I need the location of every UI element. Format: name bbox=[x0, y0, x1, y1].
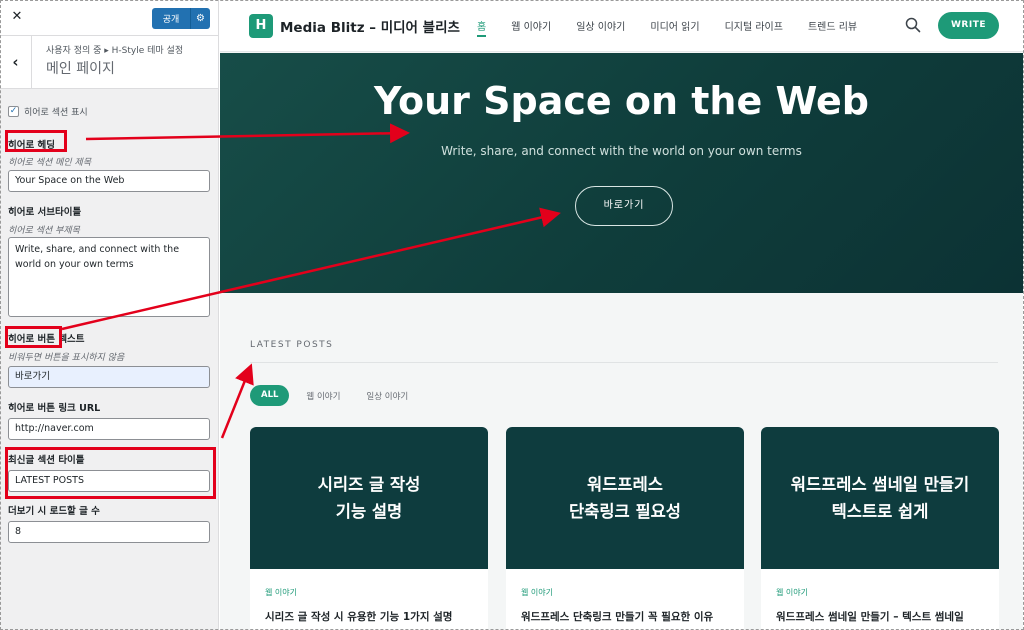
thumb-line: 시리즈 글 작성 bbox=[317, 475, 421, 494]
controls-list: ✓ 히어로 섹션 표시 히어로 헤딩 히어로 섹션 메인 제목 Your Spa… bbox=[8, 96, 212, 543]
post-card[interactable]: 워드프레스 단축링크 필요성 웹 이야기 워드프레스 단축링크 만들기 꼭 필요… bbox=[506, 427, 744, 630]
hero-button-text-title: 히어로 버튼 텍스트 bbox=[8, 334, 85, 345]
post-category[interactable]: 웹 이야기 bbox=[265, 587, 297, 598]
post-title[interactable]: 워드프레스 썸네일 만들기 – 텍스트 썸네일 bbox=[776, 609, 964, 624]
hero-heading-title: 히어로 헤딩 bbox=[8, 140, 56, 151]
hero-subtitle: Write, share, and connect with the world… bbox=[441, 144, 802, 158]
latest-title-label: 최신글 섹션 타이틀 bbox=[8, 455, 85, 466]
filter-daily-story[interactable]: 일상 이야기 bbox=[366, 390, 408, 402]
post-category[interactable]: 웹 이야기 bbox=[776, 587, 808, 598]
post-card[interactable]: 시리즈 글 작성 기능 설명 웹 이야기 시리즈 글 작성 시 유용한 기능 1… bbox=[250, 427, 488, 630]
show-hero-row[interactable]: ✓ 히어로 섹션 표시 bbox=[8, 104, 212, 118]
show-hero-label: 히어로 섹션 표시 bbox=[24, 107, 88, 118]
section-title: 메인 페이지 bbox=[46, 61, 115, 77]
main-nav: 홈 웹 이야기 일상 이야기 미디어 읽기 디지털 라이프 트렌드 리뷰 bbox=[477, 18, 882, 37]
post-thumbnail[interactable]: 워드프레스 썸네일 만들기 텍스트로 쉽게 bbox=[761, 427, 999, 569]
nav-item-home[interactable]: 홈 bbox=[477, 18, 487, 37]
section-header: ‹ 사용자 정의 중 ▸ H-Style 테마 설정 메인 페이지 bbox=[0, 36, 218, 89]
gear-icon[interactable]: ⚙ bbox=[190, 8, 210, 29]
nav-item-digital-life[interactable]: 디지털 라이프 bbox=[725, 18, 783, 33]
nav-item-web-story[interactable]: 웹 이야기 bbox=[511, 18, 551, 33]
filter-all[interactable]: ALL bbox=[250, 385, 290, 406]
thumb-line: 워드프레스 bbox=[587, 475, 663, 494]
hero-heading-desc: 히어로 섹션 메인 제목 bbox=[8, 158, 92, 168]
hero-button-text-input[interactable]: 바로가기 bbox=[8, 366, 210, 388]
hero-heading-input[interactable]: Your Space on the Web bbox=[8, 170, 210, 192]
site-header: H Media Blitz – 미디어 블리츠 홈 웹 이야기 일상 이야기 미… bbox=[220, 0, 1023, 52]
customizer-topbar: ✕ 공개 ⚙ bbox=[0, 0, 218, 36]
hero-button[interactable]: 바로가기 bbox=[575, 186, 673, 226]
thumb-line: 텍스트로 쉽게 bbox=[831, 502, 929, 521]
hero-subtitle-textarea[interactable]: Write, share, and connect with the world… bbox=[8, 237, 210, 317]
latest-divider bbox=[250, 362, 998, 363]
hero-button-text-desc: 비워두면 버튼을 표시하지 않음 bbox=[8, 353, 125, 363]
hero-subtitle-title: 히어로 서브타이틀 bbox=[8, 207, 82, 218]
load-more-title: 더보기 시 로드할 글 수 bbox=[8, 506, 100, 517]
filter-web-story[interactable]: 웹 이야기 bbox=[306, 390, 340, 402]
latest-posts-label: LATEST POSTS bbox=[250, 340, 334, 350]
hero-button-link-input[interactable]: http://naver.com bbox=[8, 418, 210, 440]
hero-title: Your Space on the Web bbox=[373, 79, 870, 123]
thumb-line: 단축링크 필요성 bbox=[568, 502, 681, 521]
write-button[interactable]: WRITE bbox=[938, 12, 999, 39]
site-logo[interactable]: H bbox=[249, 14, 273, 38]
thumb-line: 워드프레스 썸네일 만들기 bbox=[790, 475, 970, 494]
post-title[interactable]: 워드프레스 단축링크 만들기 꼭 필요한 이유 bbox=[521, 609, 713, 624]
post-thumbnail[interactable]: 워드프레스 단축링크 필요성 bbox=[506, 427, 744, 569]
post-category[interactable]: 웹 이야기 bbox=[521, 587, 553, 598]
search-icon[interactable] bbox=[905, 17, 921, 33]
post-title[interactable]: 시리즈 글 작성 시 유용한 기능 1가지 설명 bbox=[265, 609, 452, 624]
nav-item-media-reading[interactable]: 미디어 읽기 bbox=[650, 18, 699, 33]
post-thumbnail[interactable]: 시리즈 글 작성 기능 설명 bbox=[250, 427, 488, 569]
show-hero-checkbox[interactable]: ✓ bbox=[8, 105, 19, 117]
post-card[interactable]: 워드프레스 썸네일 만들기 텍스트로 쉽게 웹 이야기 워드프레스 썸네일 만들… bbox=[761, 427, 999, 630]
close-icon[interactable]: ✕ bbox=[8, 8, 26, 26]
site-name[interactable]: Media Blitz – 미디어 블리츠 bbox=[280, 16, 460, 36]
nav-item-trend-review[interactable]: 트렌드 리뷰 bbox=[808, 18, 857, 33]
hero-subtitle-desc: 히어로 섹션 부제목 bbox=[8, 226, 80, 236]
customizer-panel: ✕ 공개 ⚙ ‹ 사용자 정의 중 ▸ H-Style 테마 설정 메인 페이지… bbox=[0, 0, 219, 630]
site-preview: H Media Blitz – 미디어 블리츠 홈 웹 이야기 일상 이야기 미… bbox=[220, 0, 1023, 630]
publish-button[interactable]: 공개 ⚙ bbox=[152, 8, 210, 29]
thumb-line: 기능 설명 bbox=[335, 502, 403, 521]
publish-label: 공개 bbox=[162, 15, 180, 25]
breadcrumb: 사용자 정의 중 ▸ H-Style 테마 설정 bbox=[46, 46, 184, 56]
hero-button-link-title: 히어로 버튼 링크 URL bbox=[8, 403, 101, 414]
hero-section: Your Space on the Web Write, share, and … bbox=[220, 53, 1023, 293]
latest-title-input[interactable]: LATEST POSTS bbox=[8, 470, 210, 492]
load-more-input[interactable]: 8 bbox=[8, 521, 210, 543]
category-filters: ALL 웹 이야기 일상 이야기 bbox=[250, 385, 434, 406]
back-arrow-icon[interactable]: ‹ bbox=[0, 36, 32, 88]
nav-item-daily-story[interactable]: 일상 이야기 bbox=[576, 18, 625, 33]
